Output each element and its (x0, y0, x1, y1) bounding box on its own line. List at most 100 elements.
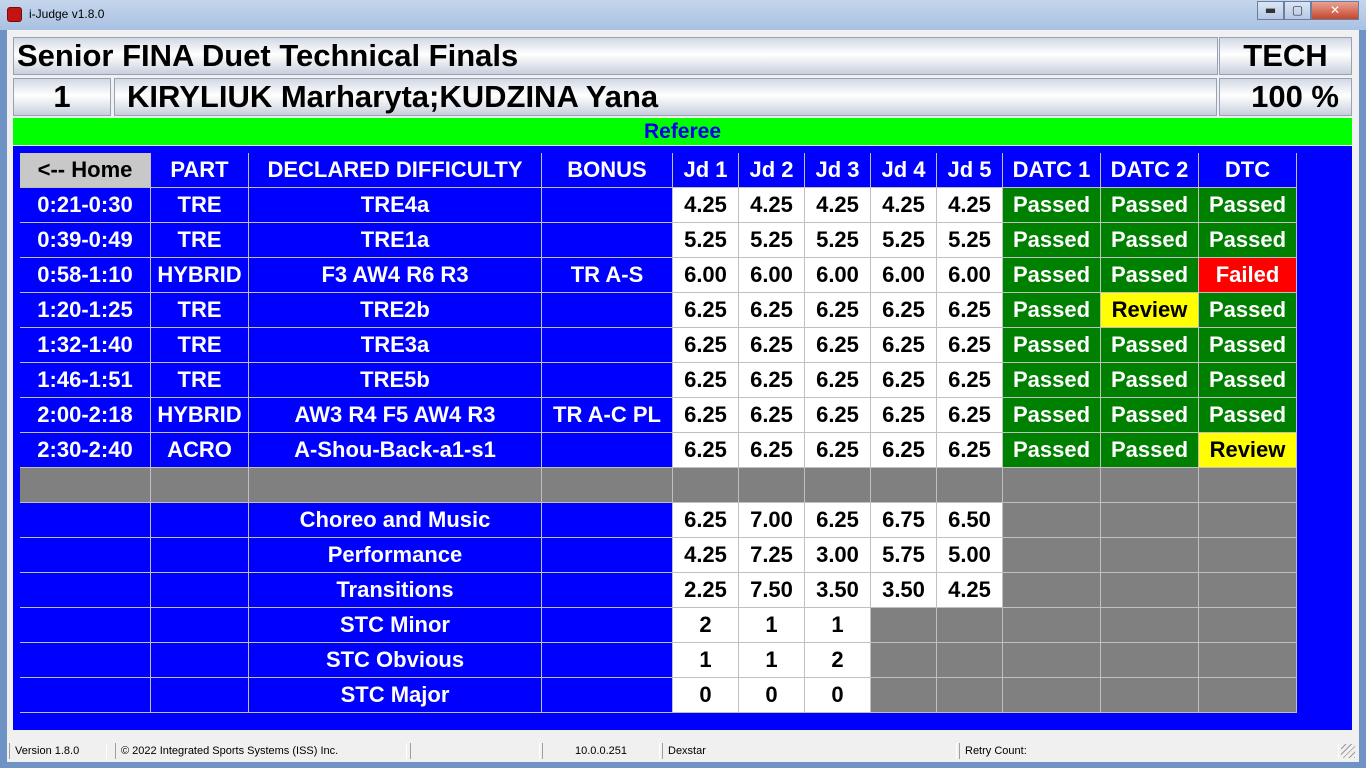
judge-score-cell[interactable]: 6.25 (871, 363, 937, 398)
home-button[interactable]: <-- Home (20, 153, 151, 188)
judge-score-cell[interactable]: 4.25 (937, 188, 1003, 223)
impression-score-cell[interactable]: 5.75 (871, 538, 937, 573)
dtc-status[interactable]: Passed (1199, 328, 1297, 363)
judge-score-cell[interactable]: 5.25 (871, 223, 937, 258)
element-part: TRE (151, 188, 249, 223)
judge-score-cell[interactable]: 6.25 (673, 433, 739, 468)
judge-score-cell[interactable]: 6.25 (937, 328, 1003, 363)
stc-count-cell[interactable]: 2 (673, 608, 739, 643)
judge-score-cell[interactable]: 6.25 (805, 328, 871, 363)
datc2-status[interactable]: Passed (1101, 363, 1199, 398)
datc1-status[interactable]: Passed (1003, 223, 1101, 258)
dtc-status[interactable]: Passed (1199, 188, 1297, 223)
resize-grip-icon[interactable] (1341, 744, 1355, 758)
datc1-status[interactable]: Passed (1003, 293, 1101, 328)
empty-cell (151, 538, 249, 573)
judge-score-cell[interactable]: 5.25 (805, 223, 871, 258)
judge-score-cell[interactable]: 6.25 (739, 293, 805, 328)
judge-score-cell[interactable]: 4.25 (805, 188, 871, 223)
impression-score-cell[interactable]: 6.50 (937, 503, 1003, 538)
referee-banner: Referee (13, 118, 1352, 145)
datc1-status[interactable]: Passed (1003, 398, 1101, 433)
empty-cell (20, 503, 151, 538)
datc2-status[interactable]: Passed (1101, 188, 1199, 223)
impression-score-cell[interactable]: 7.25 (739, 538, 805, 573)
impression-score-cell[interactable]: 3.00 (805, 538, 871, 573)
dtc-status[interactable]: Passed (1199, 398, 1297, 433)
datc2-status[interactable]: Passed (1101, 328, 1199, 363)
judge-score-cell[interactable]: 6.00 (937, 258, 1003, 293)
datc2-status[interactable]: Passed (1101, 398, 1199, 433)
judge-score-cell[interactable]: 6.25 (805, 398, 871, 433)
impression-score-cell[interactable]: 3.50 (871, 573, 937, 608)
datc1-status[interactable]: Passed (1003, 188, 1101, 223)
stc-count-cell[interactable]: 0 (673, 678, 739, 713)
dtc-status[interactable]: Passed (1199, 363, 1297, 398)
judge-score-cell[interactable]: 6.25 (805, 363, 871, 398)
impression-score-cell[interactable]: 7.00 (739, 503, 805, 538)
dtc-status[interactable]: Review (1199, 433, 1297, 468)
judge-score-cell[interactable]: 5.25 (937, 223, 1003, 258)
judge-score-cell[interactable]: 6.25 (739, 328, 805, 363)
judge-score-cell[interactable]: 6.25 (937, 293, 1003, 328)
judge-score-cell[interactable]: 6.00 (871, 258, 937, 293)
stc-count-cell[interactable]: 0 (739, 678, 805, 713)
impression-score-cell[interactable]: 7.50 (739, 573, 805, 608)
datc2-status[interactable]: Passed (1101, 223, 1199, 258)
close-button[interactable]: ✕ (1311, 1, 1359, 20)
stc-count-cell[interactable]: 2 (805, 643, 871, 678)
impression-score-cell[interactable]: 6.25 (805, 503, 871, 538)
stc-count-cell[interactable]: 1 (739, 608, 805, 643)
judge-score-cell[interactable]: 6.25 (937, 433, 1003, 468)
datc1-status[interactable]: Passed (1003, 328, 1101, 363)
stc-count-cell[interactable]: 1 (805, 608, 871, 643)
datc1-status[interactable]: Passed (1003, 258, 1101, 293)
judge-score-cell[interactable]: 6.25 (871, 328, 937, 363)
minimize-button[interactable]: ▬ (1257, 1, 1284, 20)
judge-score-cell[interactable]: 6.25 (739, 433, 805, 468)
judge-score-cell[interactable]: 6.25 (673, 293, 739, 328)
datc2-status[interactable]: Passed (1101, 433, 1199, 468)
datc2-status[interactable]: Review (1101, 293, 1199, 328)
status-host: Dexstar (662, 743, 957, 759)
judge-score-cell[interactable]: 6.25 (673, 328, 739, 363)
judge-score-cell[interactable]: 6.25 (673, 398, 739, 433)
dtc-status[interactable]: Passed (1199, 223, 1297, 258)
dtc-status[interactable]: Failed (1199, 258, 1297, 293)
datc1-status[interactable]: Passed (1003, 363, 1101, 398)
impression-score-cell[interactable]: 6.75 (871, 503, 937, 538)
datc1-status[interactable]: Passed (1003, 433, 1101, 468)
impression-score-cell[interactable]: 4.25 (937, 573, 1003, 608)
stc-count-cell[interactable]: 1 (739, 643, 805, 678)
impression-score-cell[interactable]: 4.25 (673, 538, 739, 573)
judge-score-cell[interactable]: 5.25 (739, 223, 805, 258)
stc-count-cell[interactable]: 0 (805, 678, 871, 713)
judge-score-cell[interactable]: 6.00 (739, 258, 805, 293)
judge-score-cell[interactable]: 6.25 (871, 293, 937, 328)
judge-score-cell[interactable]: 4.25 (673, 188, 739, 223)
judge-score-cell[interactable]: 6.25 (739, 398, 805, 433)
judge-score-cell[interactable]: 5.25 (673, 223, 739, 258)
judge-score-cell[interactable]: 6.25 (673, 363, 739, 398)
impression-score-cell[interactable]: 3.50 (805, 573, 871, 608)
impression-score-cell[interactable]: 2.25 (673, 573, 739, 608)
judge-score-cell[interactable]: 6.25 (871, 398, 937, 433)
judge-score-cell[interactable]: 6.25 (871, 433, 937, 468)
judge-score-cell[interactable]: 4.25 (871, 188, 937, 223)
judge-score-cell[interactable]: 6.00 (805, 258, 871, 293)
judge-score-cell[interactable]: 4.25 (739, 188, 805, 223)
judge-score-cell[interactable]: 6.25 (937, 398, 1003, 433)
window-titlebar[interactable]: i-Judge v1.8.0 ▬ ▢ ✕ (0, 0, 1366, 30)
judge-score-cell[interactable]: 6.25 (805, 293, 871, 328)
impression-score-cell[interactable]: 6.25 (673, 503, 739, 538)
maximize-button[interactable]: ▢ (1284, 1, 1311, 20)
dtc-status[interactable]: Passed (1199, 293, 1297, 328)
datc2-status[interactable]: Passed (1101, 258, 1199, 293)
judge-score-cell[interactable]: 6.25 (937, 363, 1003, 398)
header-bonus: BONUS (542, 153, 673, 188)
impression-score-cell[interactable]: 5.00 (937, 538, 1003, 573)
judge-score-cell[interactable]: 6.00 (673, 258, 739, 293)
stc-count-cell[interactable]: 1 (673, 643, 739, 678)
judge-score-cell[interactable]: 6.25 (739, 363, 805, 398)
judge-score-cell[interactable]: 6.25 (805, 433, 871, 468)
